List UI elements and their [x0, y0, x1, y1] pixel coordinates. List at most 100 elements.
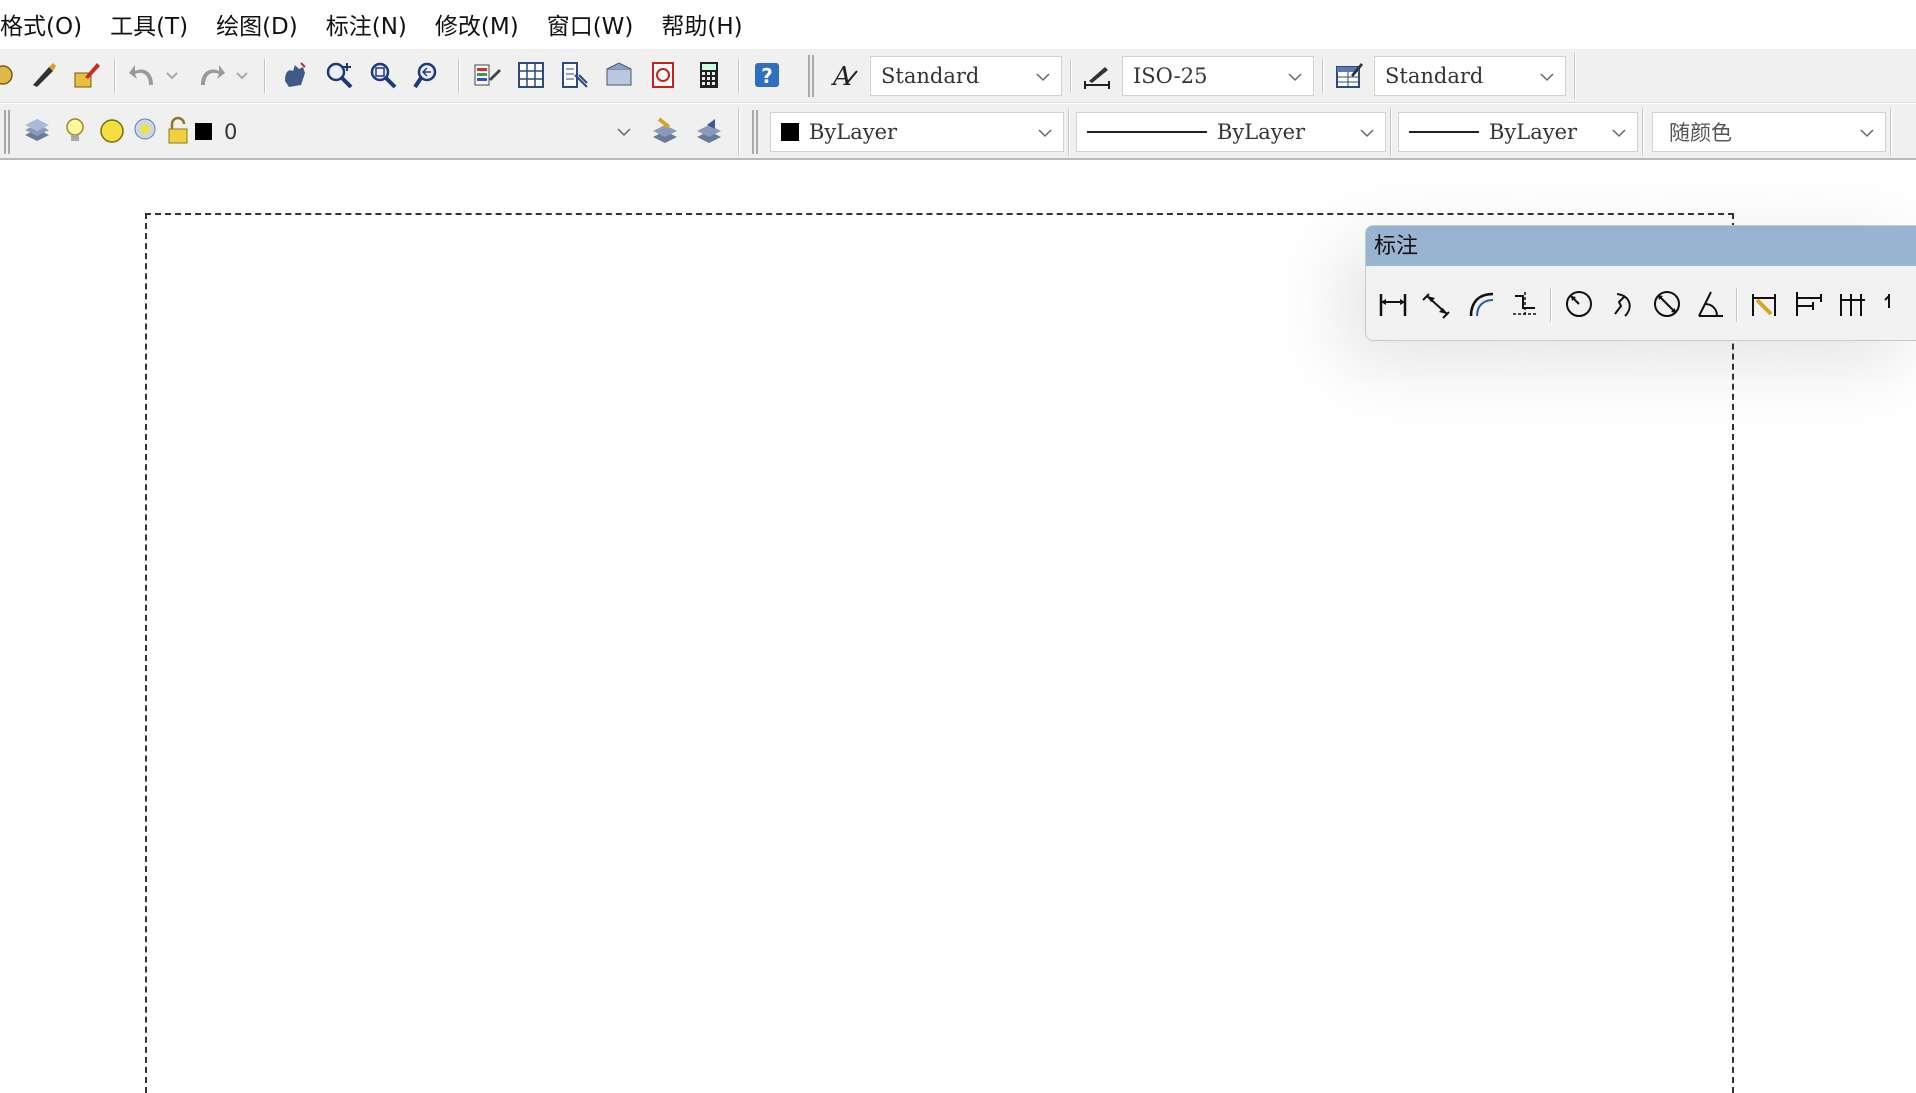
- design-center-icon[interactable]: [512, 56, 550, 94]
- redo-icon[interactable]: [192, 56, 230, 94]
- svg-text:A: A: [831, 62, 852, 91]
- menu-format[interactable]: 格式(O): [0, 0, 96, 54]
- layer-manager-icon[interactable]: [18, 112, 56, 150]
- sun-icon[interactable]: [98, 112, 126, 150]
- separator: [1070, 59, 1072, 93]
- chevron-down-icon: [1612, 129, 1626, 138]
- ordinate-dimension-icon[interactable]: [1506, 285, 1544, 323]
- linetype-value: ByLayer: [1217, 120, 1306, 144]
- separator: [458, 59, 460, 93]
- separator: [1550, 288, 1552, 322]
- undo-dropdown-icon[interactable]: [164, 56, 180, 94]
- layer-value: 0: [224, 120, 238, 144]
- dimension-style-value: ISO-25: [1133, 64, 1208, 88]
- publish-icon[interactable]: [0, 56, 26, 94]
- separator: [114, 59, 116, 93]
- separator: [1736, 288, 1738, 322]
- dimension-tools: [1366, 266, 1916, 340]
- table-style-value: Standard: [1385, 64, 1484, 88]
- menu-dimension[interactable]: 标注(N): [312, 0, 421, 54]
- radius-dimension-icon[interactable]: [1560, 285, 1598, 323]
- aligned-dimension-icon[interactable]: [1418, 285, 1456, 323]
- chevron-down-icon: [617, 128, 631, 137]
- separator: [1574, 53, 1576, 99]
- toolbar-grip[interactable]: [752, 110, 758, 154]
- text-style-icon[interactable]: A: [826, 56, 864, 94]
- match-properties-icon[interactable]: [24, 56, 62, 94]
- separator: [264, 59, 266, 93]
- help-icon[interactable]: ?: [748, 56, 786, 94]
- match-brush-icon[interactable]: [68, 56, 106, 94]
- baseline-dimension-icon[interactable]: [1790, 285, 1828, 323]
- linetype-select[interactable]: ByLayer: [1076, 112, 1386, 152]
- chevron-down-icon: [1288, 73, 1302, 82]
- menu-tools[interactable]: 工具(T): [96, 0, 202, 54]
- diameter-dimension-icon[interactable]: [1648, 285, 1686, 323]
- dimension-style-icon[interactable]: [1078, 56, 1116, 94]
- table-style-icon[interactable]: [1330, 56, 1368, 94]
- angular-dimension-icon[interactable]: [1692, 285, 1730, 323]
- separator: [738, 108, 740, 156]
- redo-dropdown-icon[interactable]: [234, 56, 250, 94]
- undo-icon[interactable]: [124, 56, 162, 94]
- color-select[interactable]: ByLayer: [770, 112, 1064, 152]
- pan-icon[interactable]: [276, 56, 314, 94]
- layer-color-swatch[interactable]: [192, 112, 216, 150]
- separator: [1068, 108, 1070, 156]
- menu-modify[interactable]: 修改(M): [421, 0, 533, 54]
- separator: [1890, 108, 1892, 156]
- lock-icon[interactable]: [164, 112, 192, 150]
- separator: [738, 59, 740, 93]
- properties-icon[interactable]: [468, 56, 506, 94]
- viewport-freeze-icon[interactable]: [130, 112, 160, 150]
- tool-palettes-icon[interactable]: [556, 56, 594, 94]
- color-swatch: [781, 123, 799, 141]
- markup-icon[interactable]: [644, 56, 682, 94]
- menu-window[interactable]: 窗口(W): [533, 0, 648, 54]
- continue-dimension-icon[interactable]: [1834, 285, 1872, 323]
- text-style-select[interactable]: Standard: [870, 56, 1062, 96]
- dimension-space-icon[interactable]: [1878, 285, 1916, 323]
- plot-style-select[interactable]: 随颜色: [1652, 112, 1886, 152]
- quick-dimension-icon[interactable]: [1746, 285, 1784, 323]
- chevron-down-icon: [1860, 129, 1874, 138]
- linetype-preview: [1087, 131, 1207, 133]
- menu-bar: 格式(O) 工具(T) 绘图(D) 标注(N) 修改(M) 窗口(W) 帮助(H…: [0, 0, 1916, 54]
- make-current-layer-icon[interactable]: [646, 112, 684, 150]
- lineweight-value: ByLayer: [1489, 120, 1578, 144]
- layers-toolbar: 0 ByLayer ByLayer ByLayer 随颜色: [0, 104, 1916, 160]
- calculator-icon[interactable]: [690, 56, 728, 94]
- linear-dimension-icon[interactable]: [1374, 285, 1412, 323]
- dimension-floating-toolbar: 标注: [1365, 225, 1916, 341]
- zoom-window-icon[interactable]: [364, 56, 402, 94]
- separator: [1390, 108, 1392, 156]
- menu-draw[interactable]: 绘图(D): [202, 0, 312, 54]
- table-style-select[interactable]: Standard: [1374, 56, 1566, 96]
- lineweight-select[interactable]: ByLayer: [1398, 112, 1638, 152]
- chevron-down-icon: [1540, 73, 1554, 82]
- layer-select[interactable]: 0: [216, 112, 642, 152]
- paper-boundary: [145, 213, 1734, 1093]
- zoom-previous-icon[interactable]: [408, 56, 446, 94]
- text-style-value: Standard: [881, 64, 980, 88]
- toolbar-grip[interactable]: [808, 55, 814, 97]
- jogged-radius-icon[interactable]: [1604, 285, 1642, 323]
- svg-text:?: ?: [761, 64, 773, 88]
- arc-length-icon[interactable]: [1462, 285, 1500, 323]
- chevron-down-icon: [1038, 129, 1052, 138]
- chevron-down-icon: [1360, 129, 1374, 138]
- chevron-down-icon: [1036, 73, 1050, 82]
- zoom-realtime-icon[interactable]: [320, 56, 358, 94]
- color-value: ByLayer: [809, 120, 898, 144]
- separator: [1642, 108, 1644, 156]
- lightbulb-icon[interactable]: [62, 112, 88, 150]
- layer-previous-icon[interactable]: [690, 112, 728, 150]
- menu-help[interactable]: 帮助(H): [647, 0, 756, 54]
- floating-toolbar-title[interactable]: 标注: [1366, 226, 1916, 266]
- standard-toolbar: ? A Standard ISO-25 Standard: [0, 49, 1916, 103]
- plot-style-value: 随颜色: [1669, 121, 1732, 145]
- toolbar-grip[interactable]: [4, 110, 10, 154]
- sheet-set-icon[interactable]: [600, 56, 638, 94]
- lineweight-preview: [1409, 131, 1479, 133]
- dimension-style-select[interactable]: ISO-25: [1122, 56, 1314, 96]
